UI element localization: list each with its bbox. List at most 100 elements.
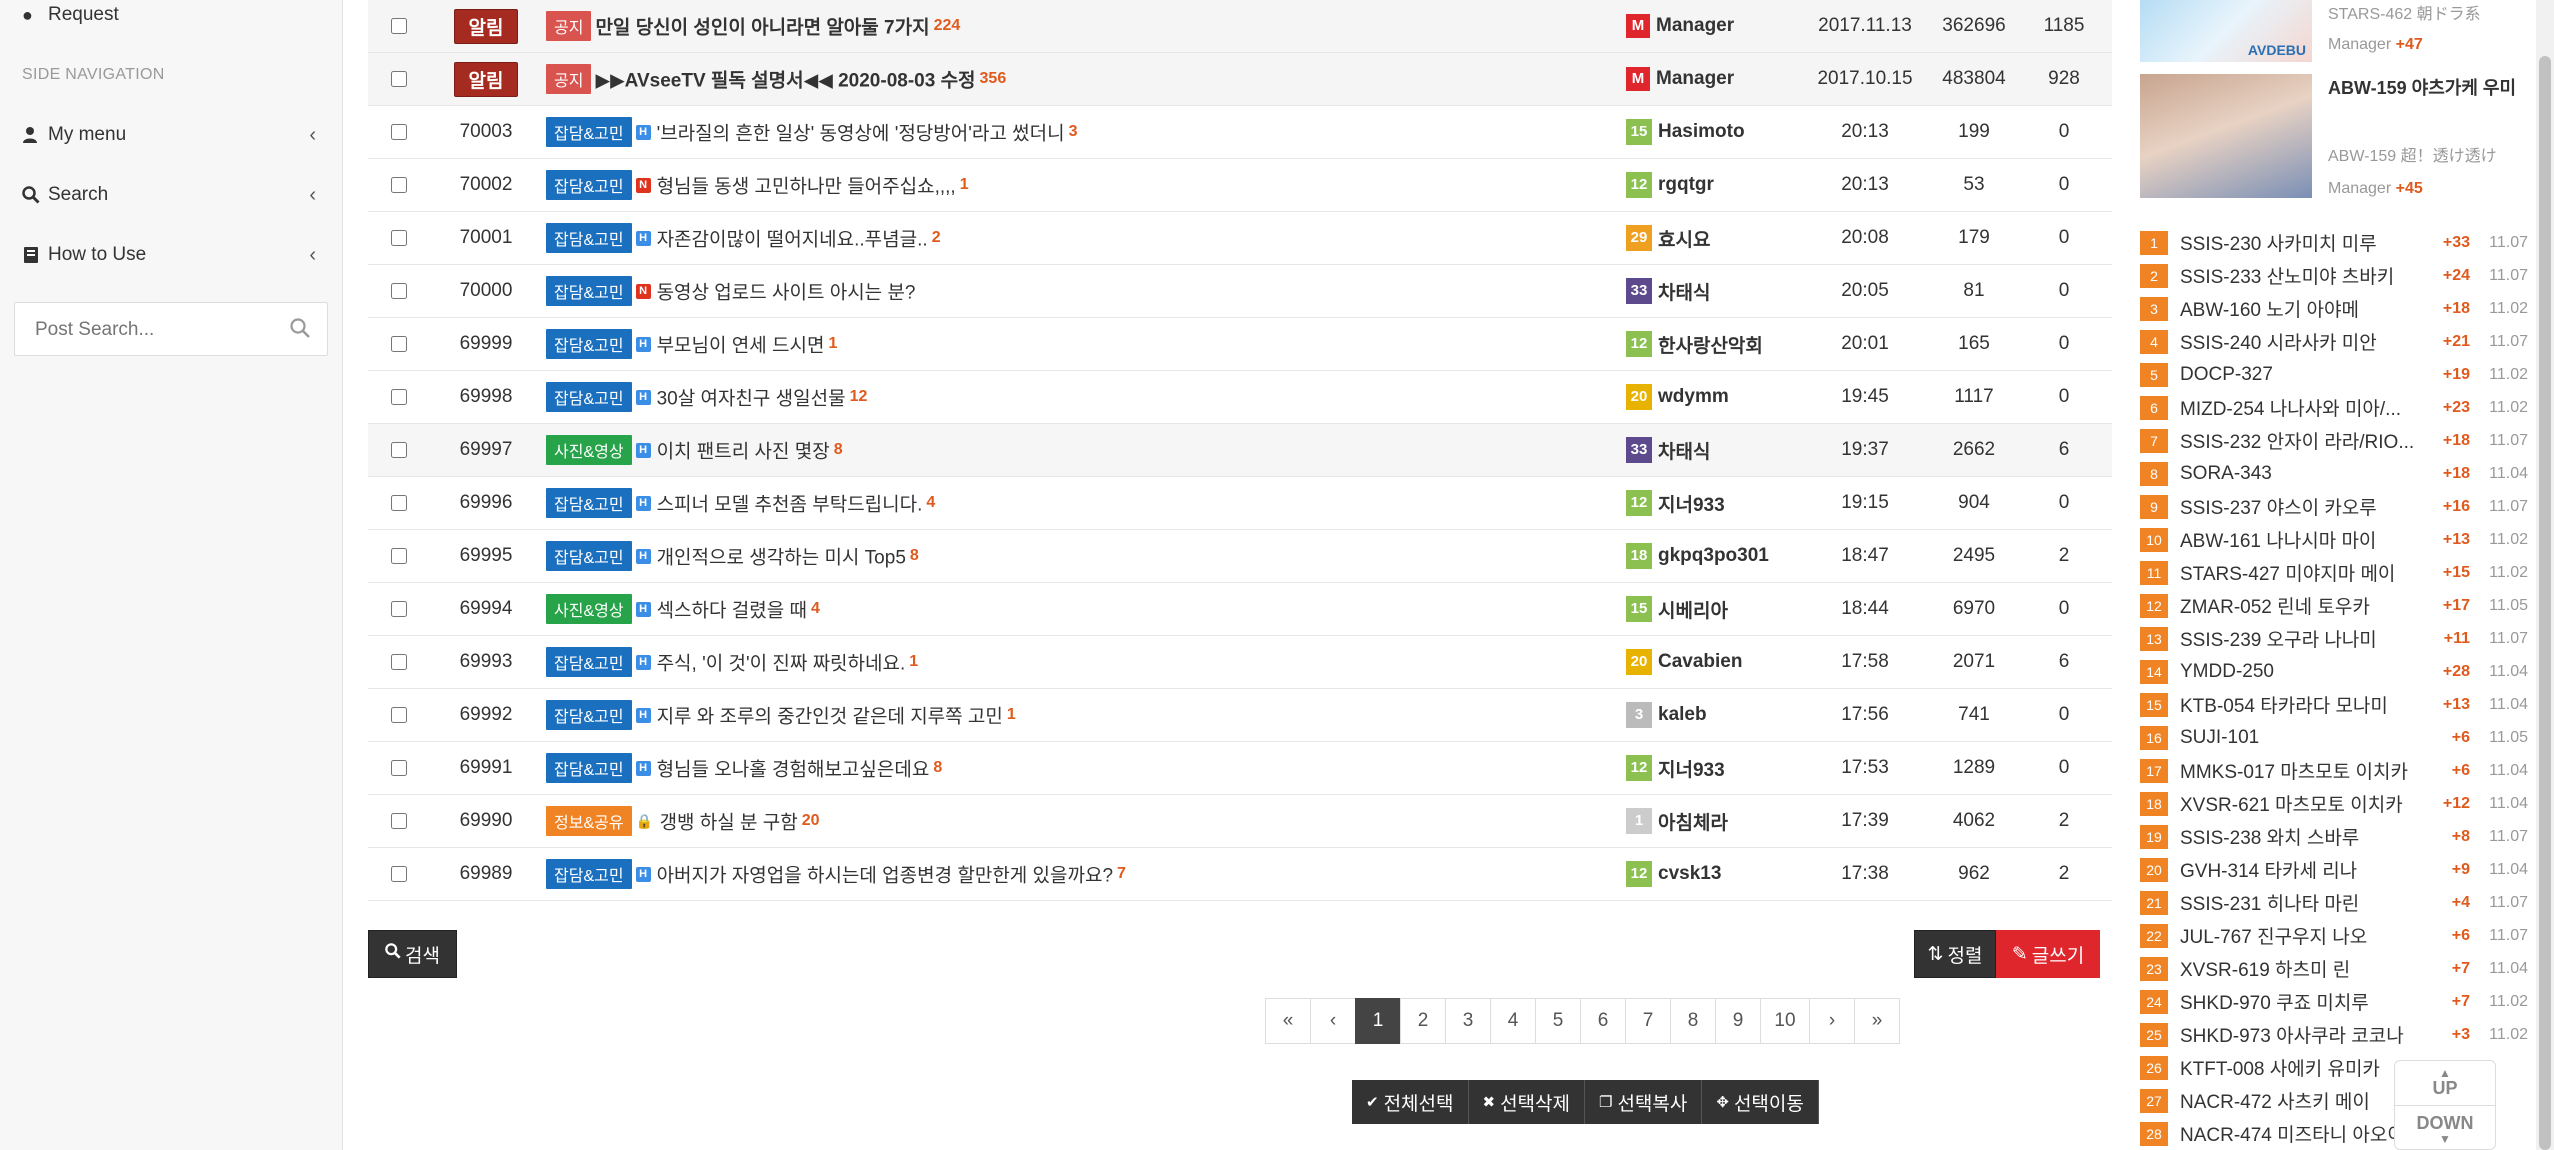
list-item[interactable]: 20 GVH-314 타카세 리나 +9 11.04 (2140, 853, 2528, 886)
sidebar-item-request[interactable]: ● Request (22, 4, 322, 26)
rank-title[interactable]: ABW-161 나나시마 마이 (2180, 526, 2420, 553)
category-tag[interactable]: 사진&영상 (546, 435, 632, 465)
row-checkbox[interactable] (391, 282, 407, 299)
author-name[interactable]: 시베리아 (1658, 601, 1728, 622)
search-icon[interactable] (289, 317, 311, 339)
list-item[interactable]: 3 ABW-160 노기 아야메 +18 11.02 (2140, 292, 2528, 325)
list-item[interactable]: 24 SHKD-970 쿠죠 미치루 +7 11.02 (2140, 985, 2528, 1018)
table-row[interactable]: 69993 잡담&고민 H 주식, '이 것'이 진짜 짜릿하네요. 1 20 Cavabi… (368, 635, 2112, 689)
category-tag[interactable]: 잡담&고민 (546, 329, 632, 359)
post-title-link[interactable]: 동영상 업로드 사이트 아시는 분? (657, 283, 916, 304)
row-checkbox[interactable] (391, 123, 407, 140)
page-8-button[interactable]: 8 (1670, 998, 1716, 1044)
category-tag[interactable]: 잡담&고민 (546, 700, 632, 730)
category-tag[interactable]: 잡담&고민 (546, 647, 632, 677)
copy-selected-button[interactable]: ❐ 선택복사 (1585, 1080, 1703, 1124)
list-item[interactable]: 1 SSIS-230 사카미치 미루 +33 11.07 (2140, 226, 2528, 259)
category-tag[interactable]: 잡담&고민 (546, 541, 632, 571)
page-7-button[interactable]: 7 (1625, 998, 1671, 1044)
rank-title[interactable]: ZMAR-052 린네 토우카 (2180, 592, 2420, 619)
post-title-link[interactable]: 스피너 모델 추천좀 부탁드립니다. (657, 495, 923, 516)
rank-title[interactable]: MMKS-017 마츠모토 이치카 (2180, 757, 2420, 784)
author-name[interactable]: Manager (1656, 68, 1734, 89)
rank-title[interactable]: GVH-314 타카세 리나 (2180, 856, 2420, 883)
rank-title[interactable]: SHKD-973 아사쿠라 코코나 (2180, 1021, 2420, 1048)
list-item[interactable]: 5 DOCP-327 +19 11.02 (2140, 358, 2528, 391)
list-item[interactable]: 6 MIZD-254 나나사와 미아/... +23 11.02 (2140, 391, 2528, 424)
post-title-link[interactable]: 30살 여자친구 생일선물 (657, 389, 846, 410)
list-item[interactable]: 13 SSIS-239 오구라 나나미 +11 11.07 (2140, 622, 2528, 655)
rank-title[interactable]: KTFT-008 사에키 유미카 (2180, 1054, 2420, 1081)
list-item[interactable]: 17 MMKS-017 마츠모토 이치카 +6 11.04 (2140, 754, 2528, 787)
table-row[interactable]: 70000 잡담&고민 N 동영상 업로드 사이트 아시는 분? 33 차태식 20:05 8… (368, 264, 2112, 318)
up-button[interactable]: ▲ UP (2395, 1061, 2495, 1106)
page-6-button[interactable]: 6 (1580, 998, 1626, 1044)
search-button[interactable]: 검색 (368, 930, 457, 978)
post-search-input[interactable] (15, 303, 297, 357)
list-item[interactable]: 11 STARS-427 미야지마 메이 +15 11.02 (2140, 556, 2528, 589)
post-title-link[interactable]: '브라질의 흔한 일상' 동영상에 '정당방어'라고 썼더니 (657, 124, 1065, 145)
author-name[interactable]: 지너933 (1658, 760, 1725, 781)
author-name[interactable]: 지너933 (1658, 495, 1725, 516)
post-title-link[interactable]: 갱뱅 하실 분 구함 (660, 813, 798, 834)
category-tag[interactable]: 잡담&고민 (546, 170, 632, 200)
sort-button[interactable]: ⇅ 정렬 (1914, 930, 1996, 978)
page-10-button[interactable]: 10 (1760, 998, 1810, 1044)
list-item[interactable]: 4 SSIS-240 시라사카 미안 +21 11.07 (2140, 325, 2528, 358)
table-row[interactable]: 69994 사진&영상 H 섹스하다 걸렸을 때 4 15 시베리아 18:44 6970 0 (368, 582, 2112, 636)
table-row[interactable]: 69997 사진&영상 H 이치 팬트리 사진 몇장 8 33 차태식 19:37 2662 6 (368, 423, 2112, 477)
row-checkbox[interactable] (391, 759, 407, 776)
table-row[interactable]: 69992 잡담&고민 H 지루 와 조루의 중간인것 같은데 지루쪽 고민 1 3 kal… (368, 688, 2112, 742)
author-name[interactable]: wdymm (1658, 386, 1729, 407)
category-tag[interactable]: 공지 (546, 64, 592, 94)
author-name[interactable]: gkpq3po301 (1658, 545, 1769, 566)
author-name[interactable]: rgqtgr (1658, 174, 1714, 195)
scrollbar-thumb[interactable] (2539, 56, 2551, 1150)
first-page-button[interactable]: « (1265, 998, 1311, 1044)
list-item[interactable]: 14 YMDD-250 +28 11.04 (2140, 655, 2528, 688)
page-3-button[interactable]: 3 (1445, 998, 1491, 1044)
category-tag[interactable]: 잡담&고민 (546, 382, 632, 412)
author-name[interactable]: 한사랑산악회 (1658, 336, 1763, 357)
row-checkbox[interactable] (391, 70, 407, 87)
rank-title[interactable]: JUL-767 진구우지 나오 (2180, 922, 2420, 949)
page-2-button[interactable]: 2 (1400, 998, 1446, 1044)
row-checkbox[interactable] (391, 494, 407, 511)
list-item[interactable]: 15 KTB-054 타카라다 모나미 +13 11.04 (2140, 688, 2528, 721)
page-5-button[interactable]: 5 (1535, 998, 1581, 1044)
post-title-link[interactable]: 지루 와 조루의 중간인것 같은데 지루쪽 고민 (657, 707, 1003, 728)
rank-title[interactable]: YMDD-250 (2180, 661, 2420, 683)
list-item[interactable]: 12 ZMAR-052 린네 토우카 +17 11.05 (2140, 589, 2528, 622)
table-row[interactable]: 69990 정보&공유 🔒 갱뱅 하실 분 구함 20 1 아침체라 17:39 4062 2 (368, 794, 2112, 848)
page-scrollbar[interactable] (2536, 0, 2554, 1150)
rank-title[interactable]: XVSR-619 하츠미 린 (2180, 955, 2420, 982)
author-name[interactable]: 효시요 (1658, 230, 1710, 251)
post-title-link[interactable]: 형님들 동생 고민하나만 들어주십쇼,,,, (657, 177, 956, 198)
post-title-link[interactable]: 자존감이많이 떨어지네요..푸념글.. (657, 230, 928, 251)
list-item[interactable]: 25 SHKD-973 아사쿠라 코코나 +3 11.02 (2140, 1018, 2528, 1051)
row-checkbox[interactable] (391, 229, 407, 246)
row-checkbox[interactable] (391, 547, 407, 564)
category-tag[interactable]: 공지 (546, 11, 592, 41)
table-row[interactable]: 69995 잡담&고민 H 개인적으로 생각하는 미시 Top5 8 18 gkpq3po3… (368, 529, 2112, 583)
rank-title[interactable]: ABW-160 노기 아야메 (2180, 295, 2420, 322)
author-name[interactable]: Manager (1656, 15, 1734, 36)
rank-title[interactable]: DOCP-327 (2180, 364, 2420, 386)
post-title-link[interactable]: 개인적으로 생각하는 미시 Top5 (657, 548, 906, 569)
rank-title[interactable]: XVSR-621 마츠모토 이치카 (2180, 790, 2420, 817)
category-tag[interactable]: 정보&공유 (546, 806, 632, 836)
table-row[interactable]: 69989 잡담&고민 H 아버지가 자영업을 하시는데 업종변경 할만한게 있을까요… (368, 847, 2112, 901)
list-item[interactable]: 8 SORA-343 +18 11.04 (2140, 457, 2528, 490)
author-name[interactable]: cvsk13 (1658, 863, 1721, 884)
table-row[interactable]: 70003 잡담&고민 H '브라질의 흔한 일상' 동영상에 '정당방어'라고 썼더… (368, 105, 2112, 159)
list-item[interactable]: 16 SUJI-101 +6 11.05 (2140, 721, 2528, 754)
row-checkbox[interactable] (391, 706, 407, 723)
move-selected-button[interactable]: ✥ 선택이동 (1702, 1080, 1819, 1124)
post-title-link[interactable]: 섹스하다 걸렸을 때 (657, 601, 807, 622)
rank-title[interactable]: KTB-054 타카라다 모나미 (2180, 691, 2420, 718)
category-tag[interactable]: 잡담&고민 (546, 488, 632, 518)
row-checkbox[interactable] (391, 17, 407, 34)
list-item[interactable]: 9 SSIS-237 야스이 카오루 +16 11.07 (2140, 490, 2528, 523)
next-page-button[interactable]: › (1809, 998, 1855, 1044)
row-checkbox[interactable] (391, 865, 407, 882)
